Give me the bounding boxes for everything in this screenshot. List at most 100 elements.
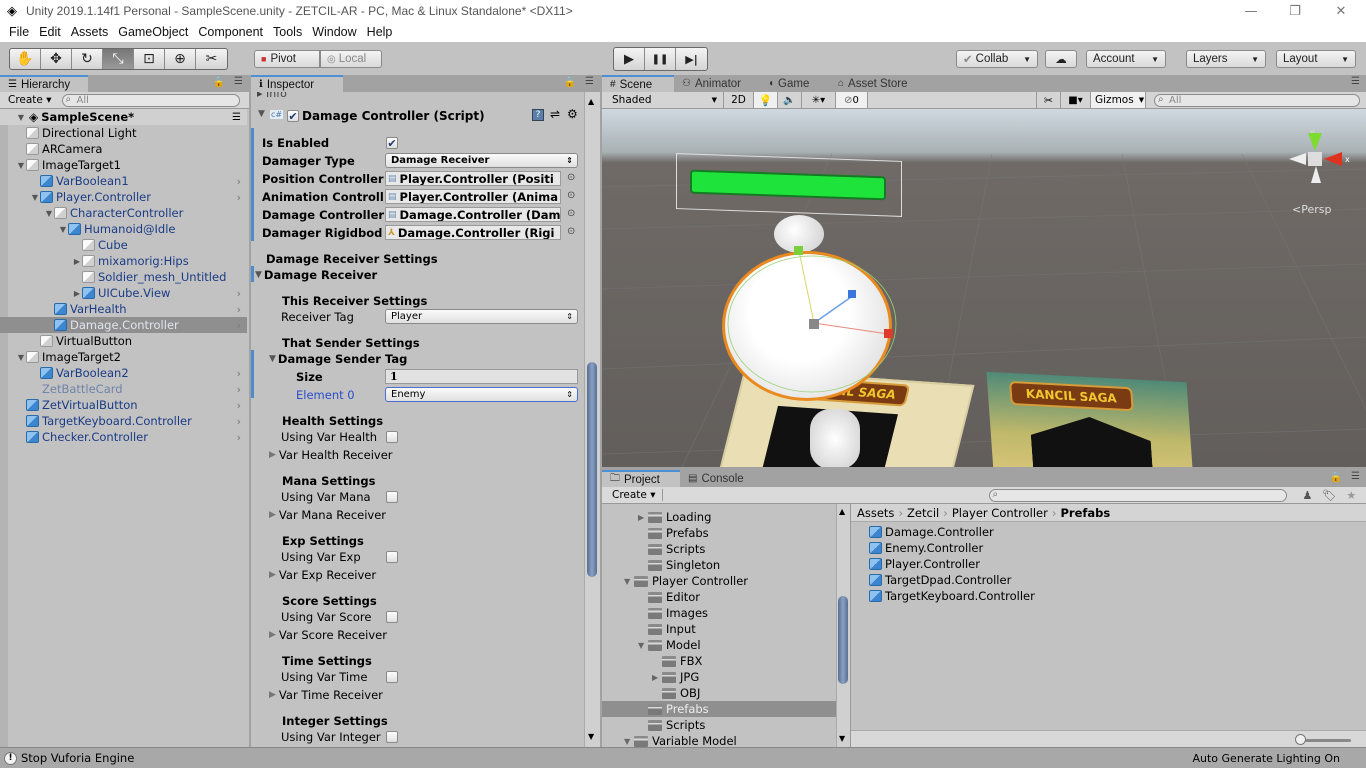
gizmos-dropdown[interactable]: Gizmos ▼ (1090, 92, 1146, 108)
hidden-objects-toggle[interactable]: ⊘ 0 (836, 92, 868, 108)
hierarchy-item[interactable]: ▶ UICube.View › (0, 285, 247, 301)
tab-asset-store[interactable]: ⌂ Asset Store (830, 75, 926, 92)
tab-project[interactable]: 🗀 Project (602, 470, 680, 487)
breadcrumb-item[interactable]: Zetcil (907, 506, 939, 520)
panel-menu-icon[interactable]: ☰ (1351, 471, 1360, 482)
menu-component[interactable]: Component (198, 25, 263, 39)
lock-icon[interactable]: 🔒 (213, 77, 225, 88)
scene-search-input[interactable]: All (1154, 93, 1360, 107)
orientation-gizmo[interactable]: y x (1284, 127, 1356, 187)
damage-receiver-foldout[interactable]: ▼ Damage Receiver (255, 267, 377, 283)
tab-inspector[interactable]: ℹ Inspector (251, 75, 343, 92)
tab-game[interactable]: ◖ Game (760, 75, 830, 92)
chevron-right-icon[interactable]: › (237, 287, 241, 300)
scroll-down-icon[interactable]: ▼ (588, 732, 594, 741)
scale-tool-icon[interactable]: ⤡ (103, 49, 134, 69)
inspector-scroll-thumb[interactable] (587, 362, 597, 577)
scroll-down-icon[interactable]: ▼ (839, 734, 845, 743)
close-icon[interactable]: ✕ (1318, 0, 1364, 22)
using-var-checkbox[interactable] (386, 551, 398, 563)
hierarchy-item[interactable]: VarHealth › (0, 301, 247, 317)
project-search-input[interactable] (988, 488, 1287, 502)
expand-arrow-icon[interactable]: ▼ (44, 209, 54, 218)
hierarchy-item[interactable]: ▼ ImageTarget2 (0, 349, 247, 365)
step-icon[interactable]: ▶| (676, 48, 707, 70)
preset-icon[interactable]: ⇌ (550, 107, 560, 121)
transform-gizmo[interactable] (602, 109, 1366, 467)
restore-icon[interactable]: ❐ (1272, 0, 1318, 22)
tab-scene[interactable]: # Scene (602, 75, 674, 92)
asset-item[interactable]: Enemy.Controller (869, 540, 983, 556)
hierarchy-item[interactable]: ZetBattleCard › (0, 381, 247, 397)
hierarchy-item[interactable]: VirtualButton (0, 333, 247, 349)
folder-tree-item[interactable]: FBX (602, 653, 836, 669)
is-enabled-checkbox[interactable]: ✔ (386, 137, 398, 150)
hierarchy-item[interactable]: VarBoolean2 › (0, 365, 247, 381)
status-message[interactable]: Stop Vuforia Engine (21, 751, 134, 765)
breadcrumb-item[interactable]: Prefabs (1060, 506, 1110, 520)
menu-help[interactable]: Help (367, 25, 393, 39)
expand-arrow-icon[interactable]: ▶ (652, 673, 662, 682)
chevron-right-icon[interactable]: › (237, 303, 241, 316)
custom-tool-icon[interactable]: ✂ (196, 49, 227, 69)
hierarchy-item[interactable]: ▼ Player.Controller › (0, 189, 247, 205)
menu-file[interactable]: File (9, 25, 29, 39)
foldout-arrow-icon[interactable]: ▶ (269, 630, 276, 640)
hand-tool-icon[interactable]: ✋ (10, 49, 41, 69)
folder-tree-item[interactable]: Prefabs (602, 701, 836, 717)
using-var-checkbox[interactable] (386, 731, 398, 743)
asset-item[interactable]: Damage.Controller (869, 524, 994, 540)
size-input[interactable]: 1 (385, 369, 578, 384)
expand-arrow-icon[interactable]: ▼ (16, 353, 26, 362)
asset-item[interactable]: TargetKeyboard.Controller (869, 588, 1035, 604)
move-tool-icon[interactable]: ✥ (41, 49, 72, 69)
account-dropdown[interactable]: Account ▼ (1086, 50, 1166, 68)
using-var-checkbox[interactable] (386, 431, 398, 443)
object-picker-icon[interactable]: ⊙ (567, 208, 575, 219)
chevron-right-icon[interactable]: › (237, 431, 241, 444)
object-picker-icon[interactable]: ⊙ (567, 190, 575, 201)
audio-toggle-icon[interactable]: 🔈 (778, 92, 802, 108)
rotate-tool-icon[interactable]: ↻ (72, 49, 103, 69)
hierarchy-create-button[interactable]: Create ▾ (8, 94, 52, 106)
folder-tree-item[interactable]: ▶ Loading (602, 509, 836, 525)
using-var-checkbox[interactable] (386, 671, 398, 683)
object-picker-icon[interactable]: ⊙ (567, 172, 575, 183)
folder-tree-item[interactable]: Input (602, 621, 836, 637)
chevron-right-icon[interactable]: › (237, 319, 241, 332)
lighting-toggle-icon[interactable]: 💡 (754, 92, 778, 108)
effects-toggle-icon[interactable]: ✳▾ (802, 92, 836, 108)
folder-tree-scroll-thumb[interactable] (838, 596, 848, 684)
tab-animator[interactable]: ⚇ Animator (674, 75, 760, 92)
hierarchy-item[interactable]: Soldier_mesh_Untitled (0, 269, 247, 285)
lighting-status[interactable]: Auto Generate Lighting On (1193, 752, 1341, 765)
sender-tag-foldout[interactable]: ▼ Damage Sender Tag (269, 351, 407, 367)
cloud-button[interactable]: ☁ (1045, 50, 1077, 68)
folder-tree-item[interactable]: Prefabs (602, 525, 836, 541)
receiver-foldout[interactable]: ▶ Var Score Receiver (269, 627, 387, 643)
expand-arrow-icon[interactable]: ▶ (72, 257, 82, 266)
local-button[interactable]: ◎ Local (320, 50, 382, 68)
scroll-up-icon[interactable]: ▲ (588, 97, 594, 106)
collab-button[interactable]: ✔ Collab ▼ (956, 50, 1038, 68)
icon-size-slider-track[interactable] (1301, 739, 1351, 742)
foldout-arrow-icon[interactable]: ▶ (269, 570, 276, 580)
foldout-arrow-icon[interactable]: ▶ (269, 510, 276, 520)
perspective-toggle[interactable]: <Persp (1292, 203, 1331, 216)
menu-gameobject[interactable]: GameObject (118, 25, 188, 39)
position-controller-field[interactable]: ▤ Player.Controller (Positi (385, 171, 561, 186)
menu-edit[interactable]: Edit (39, 25, 61, 39)
scene-view[interactable]: KANCIL SAGA KANCIL SAGA y x <Persp (602, 109, 1366, 467)
expand-arrow-icon[interactable]: ▼ (16, 161, 26, 170)
transform-tool-icon[interactable]: ⊕ (165, 49, 196, 69)
play-icon[interactable]: ▶ (614, 48, 645, 70)
tab-console[interactable]: ▤ Console (680, 470, 758, 487)
panel-menu-icon[interactable]: ☰ (585, 76, 594, 87)
chevron-right-icon[interactable]: › (237, 191, 241, 204)
2d-toggle[interactable]: 2D (724, 92, 754, 108)
menu-assets[interactable]: Assets (71, 25, 109, 39)
damager-type-dropdown[interactable]: Damage Receiver ⇕ (385, 153, 578, 168)
search-by-type-icon[interactable]: ♟ (1303, 489, 1313, 502)
help-icon[interactable]: ? (532, 109, 544, 121)
breadcrumb-item[interactable]: Player Controller (952, 506, 1048, 520)
